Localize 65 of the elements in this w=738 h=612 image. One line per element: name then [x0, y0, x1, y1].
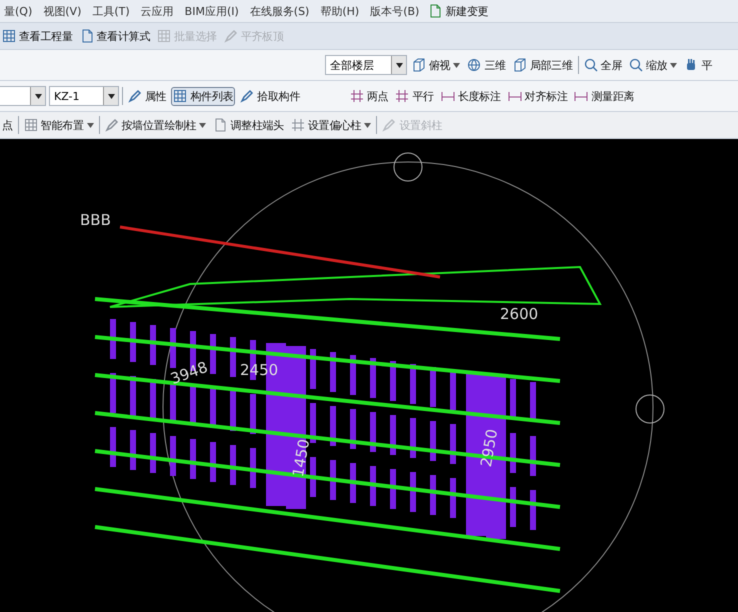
pencil-icon: [128, 89, 142, 103]
cross-lines-icon: [395, 89, 410, 103]
component-button[interactable]: 属性: [126, 86, 168, 106]
grid-icon: [157, 29, 172, 43]
measure-button[interactable]: 测量距离: [572, 86, 636, 106]
grid-icon: [173, 89, 188, 103]
view-button[interactable]: 平: [682, 56, 714, 74]
cube-icon: [412, 58, 426, 72]
document-icon: [213, 118, 228, 132]
dimension-icon: [574, 89, 588, 103]
menu-item[interactable]: 量(Q): [0, 4, 36, 18]
dimension-icon: [508, 89, 522, 103]
draw-button[interactable]: 设置偏心柱: [288, 116, 374, 134]
view-button[interactable]: 局部三维: [510, 56, 575, 74]
component-button[interactable]: 构件列表: [171, 86, 236, 106]
toolbar-button[interactable]: 查看工程量: [0, 26, 75, 46]
dimension-label: 3948: [168, 358, 210, 388]
measure-button[interactable]: 平行: [393, 86, 436, 106]
document-icon: [80, 29, 94, 43]
pencil-icon: [104, 118, 119, 132]
component-button[interactable]: 拾取构件: [238, 86, 302, 106]
measure-button[interactable]: 两点: [348, 86, 390, 106]
view-button[interactable]: 三维: [465, 56, 508, 74]
magnifier-icon: [584, 58, 598, 72]
dimension-label: 1450: [288, 438, 314, 478]
draw-button[interactable]: 智能布置: [22, 116, 96, 134]
grid-icon: [2, 29, 16, 43]
caret-icon: [364, 122, 372, 128]
dimension-label: BBB: [80, 211, 111, 229]
pencil-icon: [382, 118, 396, 132]
view-button[interactable]: 全屏: [582, 56, 624, 74]
cross-lines-icon: [290, 118, 305, 132]
caret-icon: [86, 122, 94, 128]
toolbar-button[interactable]: 查看计算式: [78, 26, 152, 46]
menu-item[interactable]: BIM应用(I): [180, 4, 243, 18]
dimension-label: 2950: [476, 428, 502, 468]
grid-icon: [24, 118, 38, 132]
new-change-button[interactable]: 新建变更: [426, 2, 490, 20]
cross-lines-icon: [350, 89, 364, 103]
caret-icon: [199, 122, 206, 128]
measure-button[interactable]: 对齐标注: [506, 86, 570, 106]
menu-item[interactable]: 在线服务(S): [246, 4, 314, 18]
component-select[interactable]: KZ-1: [49, 86, 119, 106]
draw-button[interactable]: 按墙位置绘制柱: [102, 116, 208, 134]
view-button[interactable]: 俯视: [410, 56, 462, 74]
menu-item[interactable]: 视图(V): [39, 4, 86, 18]
menu-item[interactable]: 云应用: [136, 4, 178, 18]
caret-icon: [670, 62, 678, 68]
pencil-icon: [240, 89, 254, 103]
menu-item[interactable]: 工具(T): [88, 4, 134, 18]
floor-select[interactable]: 全部楼层: [325, 55, 407, 75]
caret-icon: [453, 62, 460, 68]
document-icon: [428, 4, 442, 18]
menu-item[interactable]: 版本号(B): [366, 4, 424, 18]
dimension-icon: [440, 89, 455, 103]
globe-icon: [467, 58, 482, 72]
dimension-label: 2600: [500, 305, 538, 323]
draw-button[interactable]: 调整柱端头: [211, 116, 286, 134]
draw-button[interactable]: 点: [0, 116, 15, 134]
view-button[interactable]: 缩放: [627, 56, 680, 74]
cube-icon: [512, 58, 527, 72]
menu-item[interactable]: 帮助(H): [316, 4, 364, 18]
magnifier-icon: [629, 58, 644, 72]
pencil-icon: [224, 29, 238, 43]
measure-button[interactable]: 长度标注: [438, 86, 503, 106]
